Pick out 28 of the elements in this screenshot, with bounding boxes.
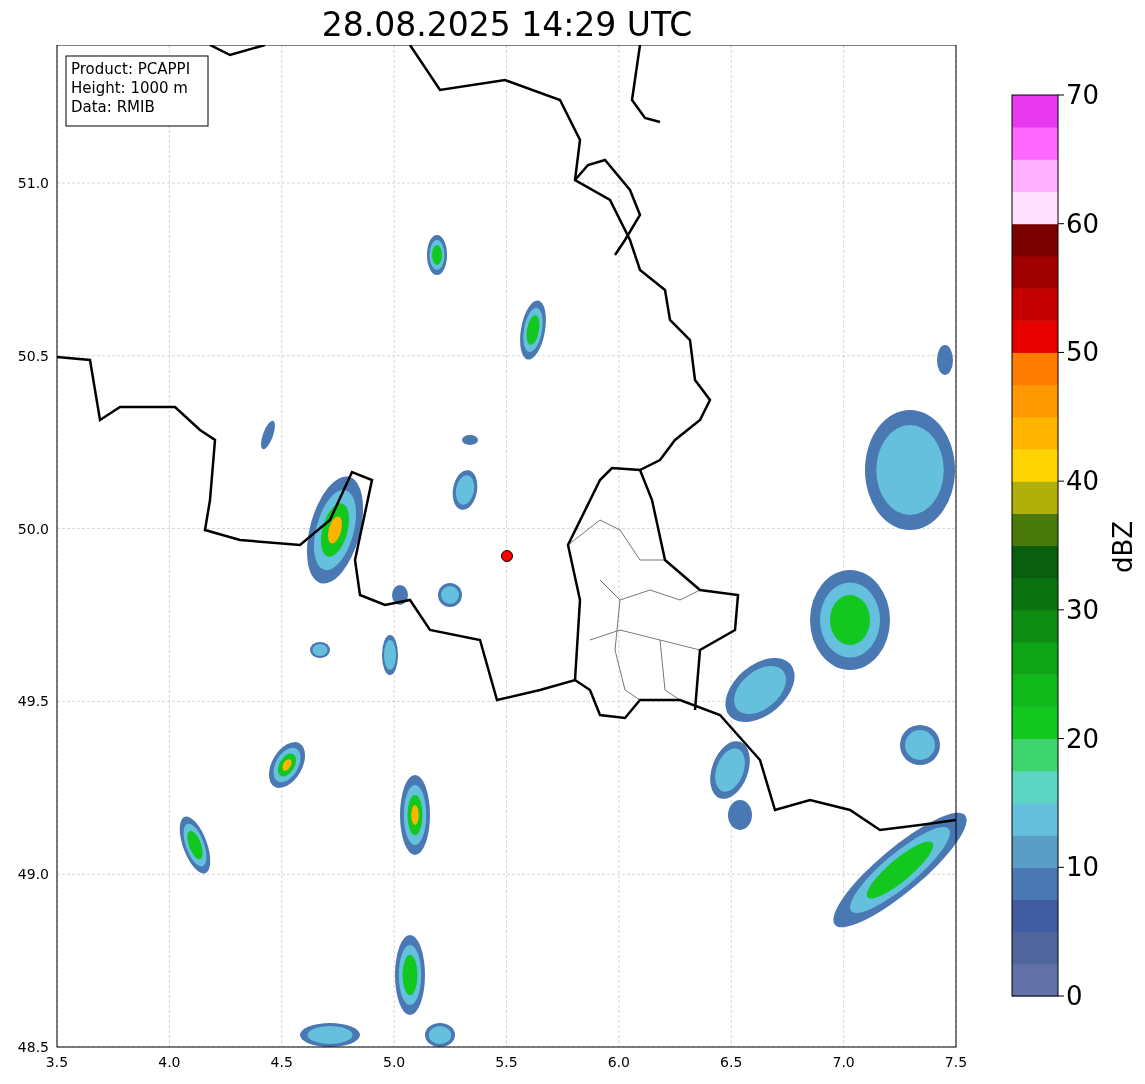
colorbar-tick-label: 60 <box>1066 208 1100 239</box>
colorbar-tick-label: 50 <box>1066 337 1100 368</box>
longitude-tick-label: 6.5 <box>720 1054 743 1070</box>
longitude-tick-label: 7.0 <box>832 1054 855 1070</box>
longitude-tick-label: 4.0 <box>158 1054 181 1070</box>
longitude-tick-label: 5.0 <box>383 1054 406 1070</box>
info-text: Data: RMIB <box>71 98 155 116</box>
latitude-tick-label: 49.0 <box>17 866 49 883</box>
longitude-tick-label: 3.5 <box>45 1054 69 1070</box>
colorbar-tick-label: 0 <box>1066 981 1083 1011</box>
colorbar-tick-label: 20 <box>1066 723 1100 754</box>
longitude-tick-label: 5.5 <box>495 1054 518 1070</box>
info-text: Height: 1000 m <box>71 79 188 97</box>
plot-title: 28.08.2025 14:29 UTC <box>321 5 693 45</box>
latitude-tick-label: 51.0 <box>17 175 49 191</box>
longitude-tick-label: 7.5 <box>944 1054 968 1070</box>
colorbar-tick-label: 70 <box>1066 80 1100 110</box>
colorbar-tick-label: 40 <box>1066 466 1100 497</box>
longitude-tick-label: 6.0 <box>607 1054 630 1070</box>
latitude-tick-label: 50.0 <box>17 520 49 537</box>
latitude-tick-label: 49.5 <box>17 693 49 710</box>
colorbar-tick-label: 30 <box>1066 594 1100 625</box>
colorbar-label: dBZ <box>1108 520 1138 574</box>
info-text: Product: PCAPPI <box>71 60 191 78</box>
latitude-tick-label: 48.5 <box>17 1039 49 1055</box>
colorbar-tick-label: 10 <box>1066 852 1100 883</box>
longitude-tick-label: 4.5 <box>270 1054 293 1070</box>
latitude-tick-label: 50.5 <box>17 347 49 364</box>
